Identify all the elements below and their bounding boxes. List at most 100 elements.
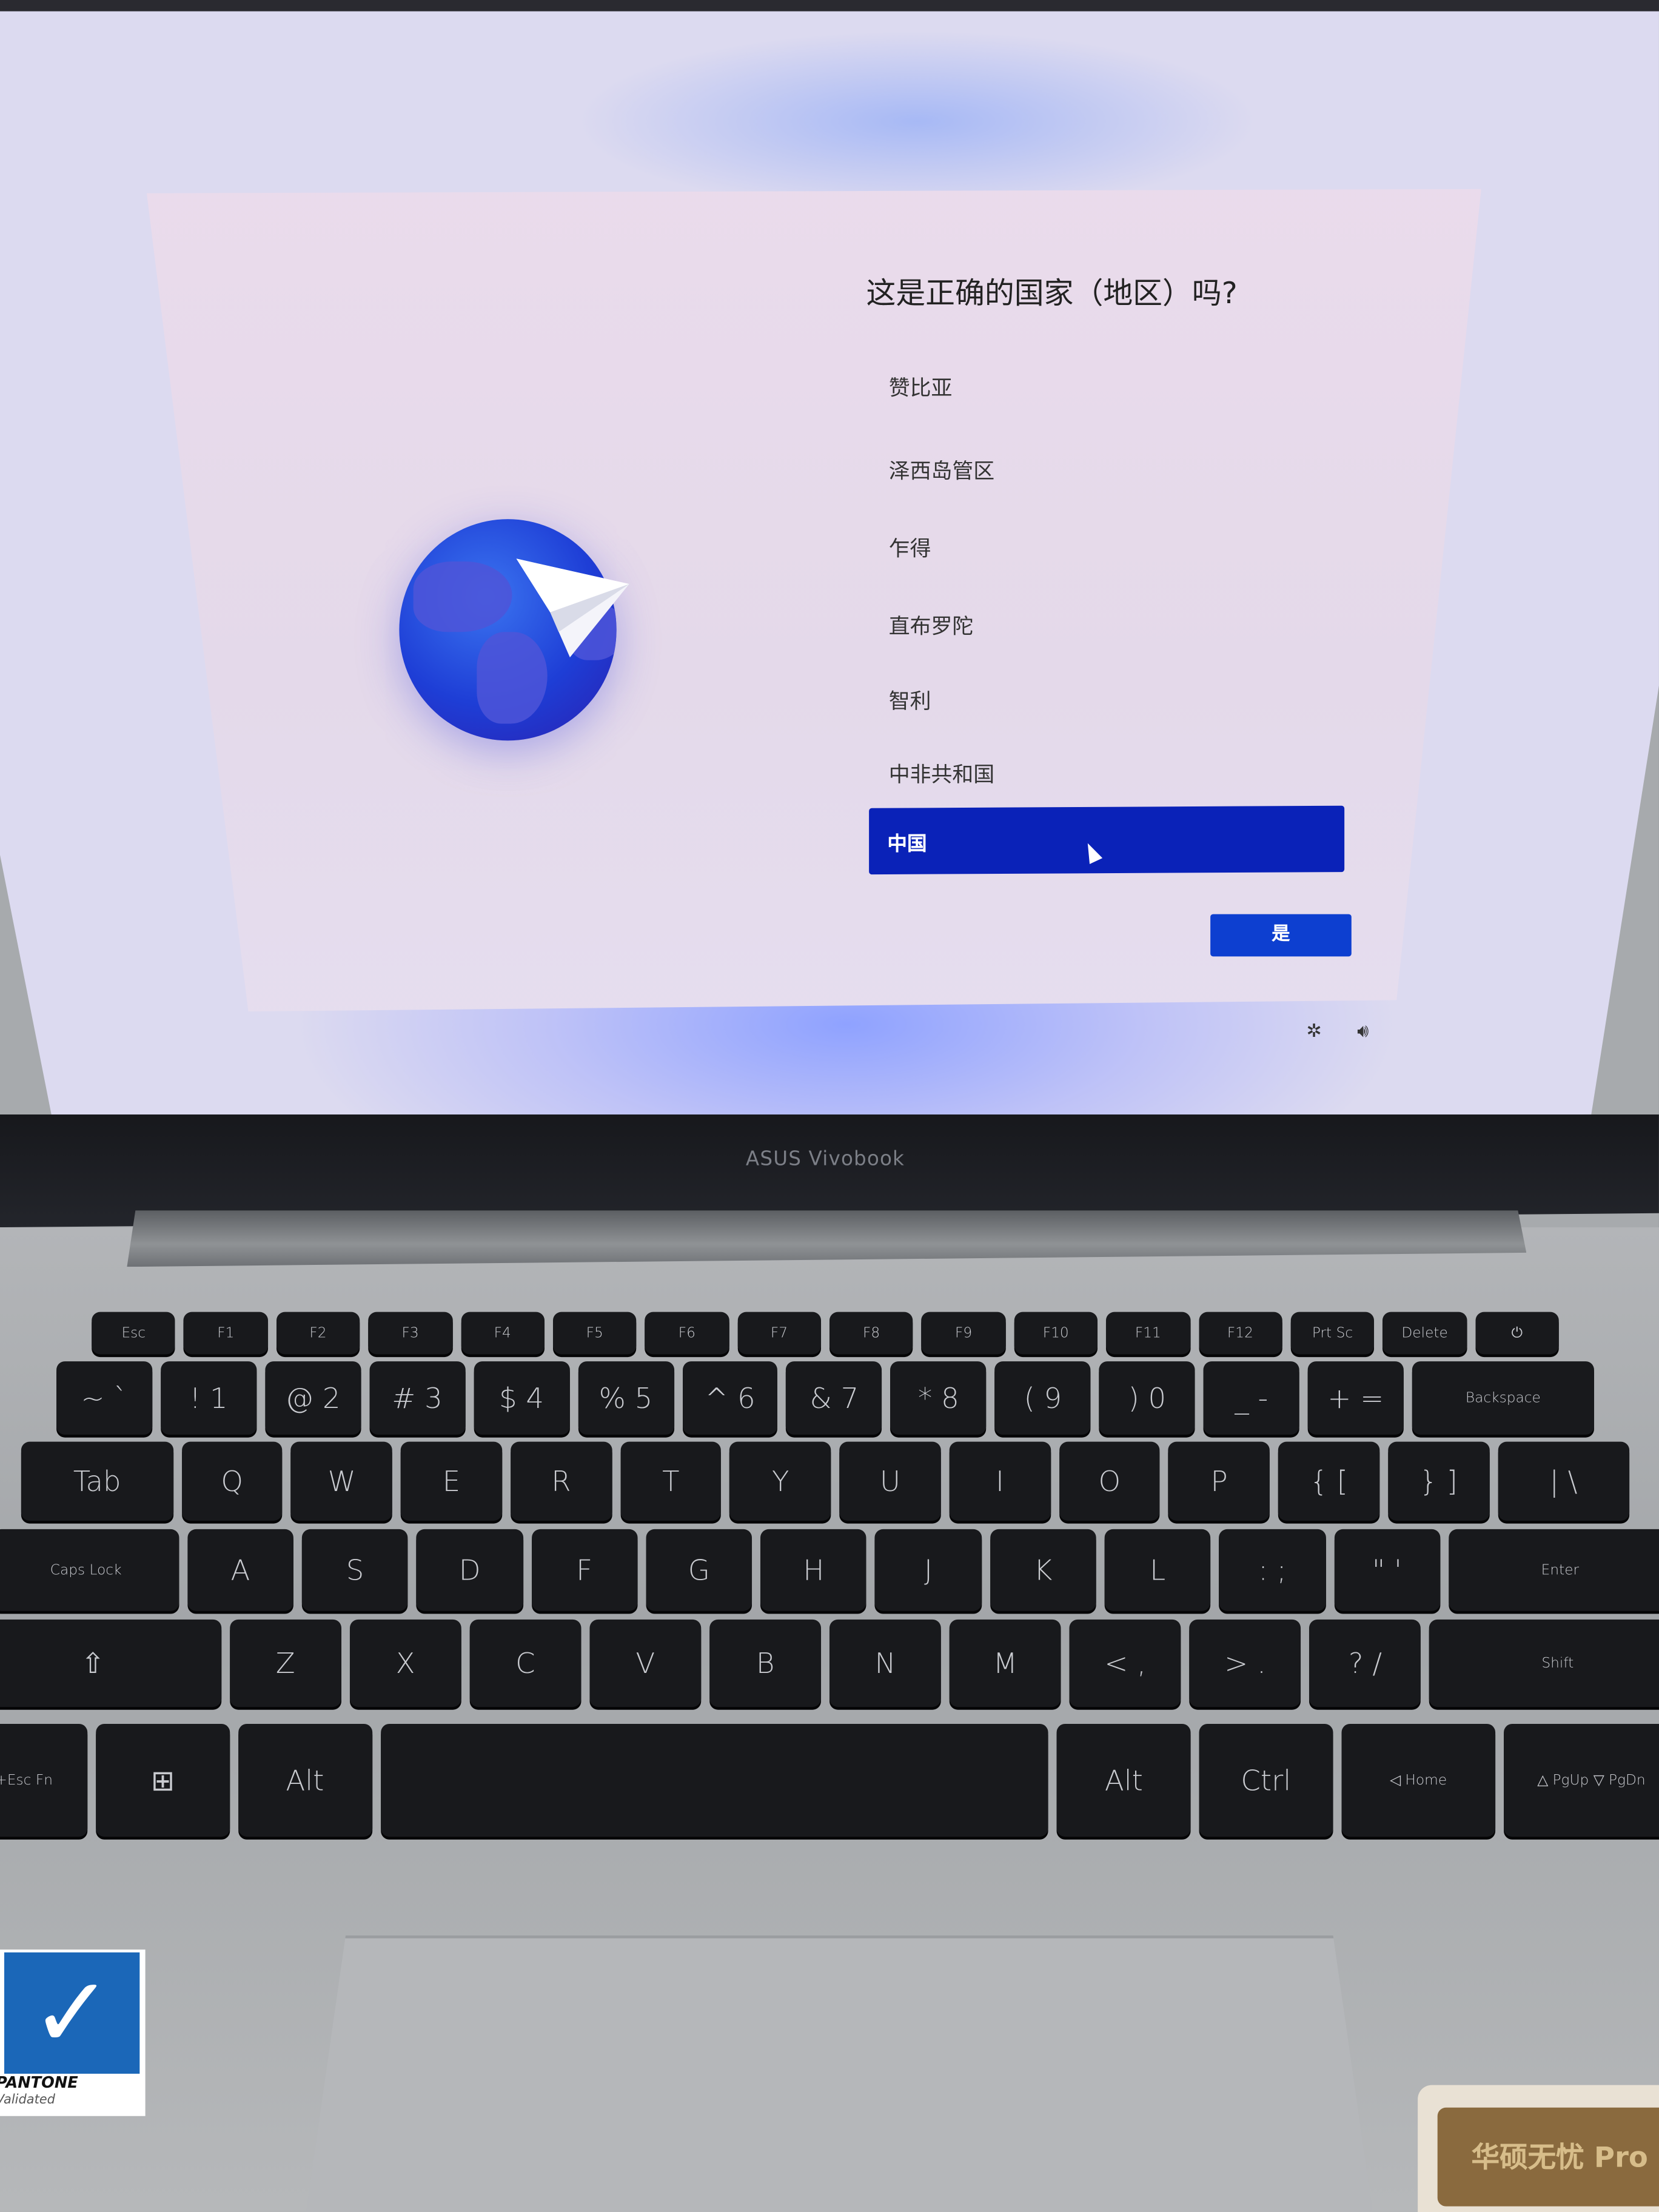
key[interactable]: N [830,1619,941,1708]
pantone-sticker: ✓ PANTONE Validated [0,1949,146,2116]
country-option-selected[interactable]: 中国 [869,805,1345,875]
key[interactable]: A [187,1529,293,1611]
country-option[interactable]: 泽西岛管区 [889,455,995,485]
key[interactable]: $ 4 [473,1361,569,1435]
key[interactable]: Backspace [1412,1361,1595,1435]
key[interactable]: F3 [368,1312,452,1355]
key[interactable]: H [760,1529,867,1611]
key[interactable]: F [531,1529,638,1611]
key[interactable]: Delete [1382,1312,1467,1355]
key[interactable]: F11 [1106,1312,1190,1355]
country-option[interactable]: 智利 [889,686,931,716]
key[interactable]: F6 [645,1312,729,1355]
key[interactable]: ⏻ [1475,1312,1559,1355]
volume-icon[interactable]: 🔊︎ [1357,1021,1369,1042]
key[interactable]: C [469,1619,581,1708]
key[interactable]: < , [1069,1619,1181,1708]
key[interactable]: ◁ Home [1341,1723,1496,1837]
key[interactable]: > . [1189,1619,1301,1708]
checkmark-icon: ✓ [4,1952,140,2074]
key[interactable]: { [ [1278,1441,1380,1521]
key[interactable]: T [620,1441,722,1521]
pantone-label: PANTONE [0,2073,78,2093]
key[interactable]: ! 1 [161,1361,257,1435]
key[interactable]: V [589,1619,702,1708]
key[interactable]: △ PgUp ▽ PgDn [1504,1723,1659,1837]
key[interactable]: Tab [21,1441,173,1521]
key[interactable]: % 5 [577,1361,674,1435]
space-key[interactable] [380,1723,1049,1837]
key[interactable]: ) 0 [1099,1361,1195,1435]
key[interactable]: Esc [92,1312,176,1355]
key[interactable]: M [949,1619,1061,1708]
key[interactable]: Fn+Esc Fn [0,1723,88,1837]
key[interactable]: ? / [1309,1619,1421,1708]
photo-stage: 这是正确的国家（地区）吗? 赞比亚 泽西岛管区 乍得 直布罗陀 智利 中非共和国… [0,0,1659,2212]
key[interactable]: Alt [1057,1723,1191,1837]
key[interactable]: F1 [184,1312,268,1355]
yes-button[interactable]: 是 [1210,914,1352,957]
page-title: 这是正确的国家（地区）吗? [866,276,1238,310]
key[interactable]: F10 [1014,1312,1098,1355]
key[interactable]: + = [1307,1361,1404,1435]
key[interactable]: & 7 [786,1361,882,1435]
key[interactable]: O [1059,1441,1161,1521]
top-bezel [0,0,1659,12]
key[interactable]: F4 [460,1312,545,1355]
key[interactable]: F7 [737,1312,822,1355]
country-option[interactable]: 赞比亚 [889,372,953,402]
selected-country-label: 中国 [887,833,927,856]
key[interactable]: P [1168,1441,1270,1521]
key[interactable]: Q [181,1441,283,1521]
key[interactable]: F12 [1198,1312,1282,1355]
key[interactable]: W [291,1441,393,1521]
key[interactable]: U [839,1441,941,1521]
key[interactable]: Shift [1429,1619,1659,1708]
key[interactable]: D [417,1529,523,1611]
keyboard-row: Caps Lock A S D F G H J K L: ; " ' Enter [0,1529,1659,1611]
key[interactable]: Prt Sc [1290,1312,1375,1355]
key[interactable]: ⊞ [96,1723,230,1837]
accessibility-icon[interactable]: ✲ [1306,1021,1321,1042]
key[interactable]: } ] [1388,1441,1489,1521]
key[interactable]: Ctrl [1199,1723,1333,1837]
key[interactable]: F2 [276,1312,360,1355]
key[interactable]: : ; [1219,1529,1326,1611]
key[interactable]: I [949,1441,1051,1521]
key[interactable]: F8 [829,1312,914,1355]
key[interactable]: _ - [1203,1361,1299,1435]
key[interactable]: R [510,1441,612,1521]
key[interactable]: X [349,1619,461,1708]
laptop-screen: 这是正确的国家（地区）吗? 赞比亚 泽西岛管区 乍得 直布罗陀 智利 中非共和国… [0,8,1659,1126]
key[interactable]: F5 [552,1312,637,1355]
key[interactable]: Caps Lock [0,1529,179,1611]
key[interactable]: ^ 6 [682,1361,778,1435]
key[interactable]: * 8 [890,1361,987,1435]
key[interactable]: K [990,1529,1096,1611]
key[interactable]: Alt [238,1723,372,1837]
key[interactable]: G [646,1529,752,1611]
key[interactable]: J [875,1529,982,1611]
key[interactable]: L [1104,1529,1211,1611]
key[interactable]: E [401,1441,502,1521]
keyboard-row: Fn+Esc Fn⊞AltAltCtrl◁ Home△ PgUp ▽ PgDn [0,1723,1659,1837]
touchpad[interactable] [303,1935,1376,2212]
country-option[interactable]: 直布罗陀 [889,611,974,640]
country-option[interactable]: 中非共和国 [889,759,995,789]
key[interactable]: F9 [922,1312,1006,1355]
key[interactable]: @ 2 [265,1361,361,1435]
key[interactable]: ⇧ [0,1619,221,1708]
key[interactable]: " ' [1333,1529,1440,1611]
key[interactable]: Z [229,1619,341,1708]
key[interactable]: # 3 [369,1361,466,1435]
key[interactable]: Enter [1448,1529,1659,1611]
key[interactable]: ( 9 [994,1361,1091,1435]
key[interactable]: B [709,1619,822,1708]
key[interactable]: Y [729,1441,831,1521]
country-option[interactable]: 乍得 [889,533,931,563]
key[interactable]: S [301,1529,409,1611]
warranty-label: 华硕无忧 Pro [1437,2107,1659,2207]
keyboard-row: Tab Q W E R T Y U I O P{ [} ] | \ [21,1441,1629,1521]
key[interactable]: ~ ` [56,1361,153,1435]
key[interactable]: | \ [1497,1441,1629,1521]
